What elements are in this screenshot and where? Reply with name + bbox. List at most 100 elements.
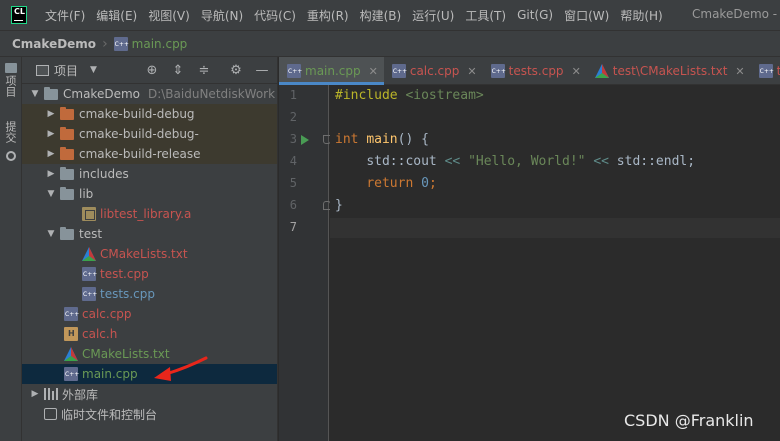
watermark: CSDN @Franklin — [624, 411, 754, 430]
tab-truncated[interactable]: te — [751, 57, 780, 85]
library-file-icon — [82, 207, 96, 221]
menu-file[interactable]: 文件(F) — [45, 7, 85, 24]
tab-tests-cpp[interactable]: tests.cpp ✕ — [483, 57, 587, 85]
folder-icon — [60, 186, 74, 200]
tab-label: test\CMakeLists.txt — [612, 64, 728, 78]
tree-row[interactable]: 临时文件和控制台 — [22, 404, 277, 424]
tab-label: main.cpp — [305, 64, 361, 78]
menu-tools[interactable]: 工具(T) — [465, 7, 506, 24]
chevron-down-icon[interactable]: ▼ — [46, 189, 56, 199]
menu-help[interactable]: 帮助(H) — [620, 7, 662, 24]
menu-git[interactable]: Git(G) — [517, 8, 553, 22]
project-panel-header: 项目 ▼ ⊕ ⇕ ≑ ⚙ — — [22, 57, 277, 84]
gear-icon[interactable]: ⚙ — [228, 63, 244, 79]
tree-label: 临时文件和控制台 — [61, 407, 158, 422]
menu-refactor[interactable]: 重构(R) — [307, 7, 349, 24]
project-panel-title[interactable]: 项目 — [54, 62, 78, 79]
tab-calc-cpp[interactable]: calc.cpp ✕ — [384, 57, 483, 85]
chevron-right-icon[interactable]: ▶ — [30, 389, 40, 399]
tree-row[interactable]: ▶ cmake-build-release — [22, 144, 277, 164]
tree-row-root[interactable]: ▼ CmakeDemo D:\BaiduNetdiskWork — [22, 84, 277, 104]
tree-label: cmake-build-debug- — [79, 127, 199, 141]
tree-row[interactable]: ▶ cmake-build-debug — [22, 104, 277, 124]
chevron-down-icon[interactable]: ▼ — [30, 89, 40, 99]
cpp-file-icon — [64, 307, 79, 321]
breadcrumb: CmakeDemo › main.cpp — [0, 30, 780, 57]
cpp-file-icon — [82, 267, 97, 281]
tree-row[interactable]: test.cpp — [22, 264, 277, 284]
menu-navigate[interactable]: 导航(N) — [201, 7, 243, 24]
tree-row[interactable]: libtest_library.a — [22, 204, 277, 224]
tree-label: main.cpp — [82, 367, 138, 381]
window-title: CmakeDemo - — [692, 7, 778, 21]
line-number: 6 — [289, 198, 297, 212]
close-icon[interactable]: ✕ — [735, 65, 744, 78]
run-icon[interactable] — [301, 135, 309, 145]
minimize-icon[interactable]: — — [254, 63, 270, 79]
code-token: << — [593, 154, 609, 169]
chevron-down-icon[interactable]: ▼ — [90, 65, 97, 75]
close-icon[interactable]: ✕ — [369, 65, 378, 78]
close-icon[interactable]: ✕ — [572, 65, 581, 78]
tree-label: test — [79, 227, 103, 241]
tree-row[interactable]: calc.cpp — [22, 304, 277, 324]
cpp-file-icon — [287, 64, 302, 78]
menu-run[interactable]: 运行(U) — [412, 7, 454, 24]
tree-row[interactable]: ▶ cmake-build-debug- — [22, 124, 277, 144]
code-editor[interactable]: #include <iostream> int main() { std::co… — [330, 85, 780, 441]
current-line-highlight — [330, 218, 780, 238]
menu-code[interactable]: 代码(C) — [254, 7, 296, 24]
project-view-icon — [36, 65, 49, 76]
chevron-right-icon[interactable]: ▶ — [46, 169, 56, 179]
tree-row[interactable]: ▶ 外部库 — [22, 384, 277, 404]
commit-tool-tab[interactable]: 提交 — [4, 121, 18, 143]
code-line-1: #include <iostream> — [335, 88, 484, 103]
tree-row[interactable]: ▼ test — [22, 224, 277, 244]
tree-label: CmakeDemo — [63, 87, 140, 101]
tree-label: cmake-build-release — [79, 147, 201, 161]
code-line-6: } — [335, 198, 343, 213]
code-token: <iostream> — [405, 88, 484, 103]
breadcrumb-project[interactable]: CmakeDemo — [12, 37, 96, 51]
code-token: #include — [335, 88, 398, 103]
cmake-icon — [82, 247, 96, 261]
locate-icon[interactable]: ⊕ — [144, 63, 160, 79]
tree-label: lib — [79, 187, 94, 201]
menu-window[interactable]: 窗口(W) — [564, 7, 609, 24]
line-number-current: 7 — [289, 220, 297, 234]
chevron-right-icon[interactable]: ▶ — [46, 149, 56, 159]
project-folder-icon — [5, 63, 17, 73]
tab-main-cpp[interactable]: main.cpp ✕ — [279, 57, 384, 85]
chevron-right-icon[interactable]: ▶ — [46, 109, 56, 119]
close-icon[interactable]: ✕ — [467, 65, 476, 78]
tree-row[interactable]: calc.h — [22, 324, 277, 344]
tab-label: te — [776, 64, 780, 78]
breadcrumb-file[interactable]: main.cpp — [113, 36, 187, 51]
left-tool-strip: 项目 提交 — [0, 57, 22, 441]
tree-row[interactable]: ▼ lib — [22, 184, 277, 204]
annotation-arrow-icon — [154, 356, 208, 381]
code-token: 0 — [421, 176, 429, 191]
menu-edit[interactable]: 编辑(E) — [96, 7, 137, 24]
menu-build[interactable]: 构建(B) — [360, 7, 402, 24]
header-file-icon — [64, 327, 78, 341]
project-tool-tab[interactable]: 项目 — [4, 75, 18, 97]
folder-icon — [60, 226, 74, 240]
collapse-all-icon[interactable]: ≑ — [196, 63, 212, 79]
editor-gutter: 1 2 3 4 5 6 7 — [279, 85, 331, 441]
tree-row[interactable]: CMakeLists.txt — [22, 244, 277, 264]
expand-all-icon[interactable]: ⇕ — [170, 63, 186, 79]
code-line-3: int main() { — [335, 132, 429, 147]
breadcrumb-separator-icon: › — [102, 35, 108, 52]
chevron-right-icon[interactable]: ▶ — [46, 129, 56, 139]
tree-row[interactable]: ▶ includes — [22, 164, 277, 184]
code-token: } — [335, 198, 343, 213]
menu-view[interactable]: 视图(V) — [148, 7, 190, 24]
tree-label: calc.h — [82, 327, 118, 341]
tree-row[interactable]: tests.cpp — [22, 284, 277, 304]
tab-test-cmakelists[interactable]: test\CMakeLists.txt ✕ — [587, 57, 751, 85]
code-token: () { — [397, 132, 429, 147]
chevron-down-icon[interactable]: ▼ — [46, 229, 56, 239]
